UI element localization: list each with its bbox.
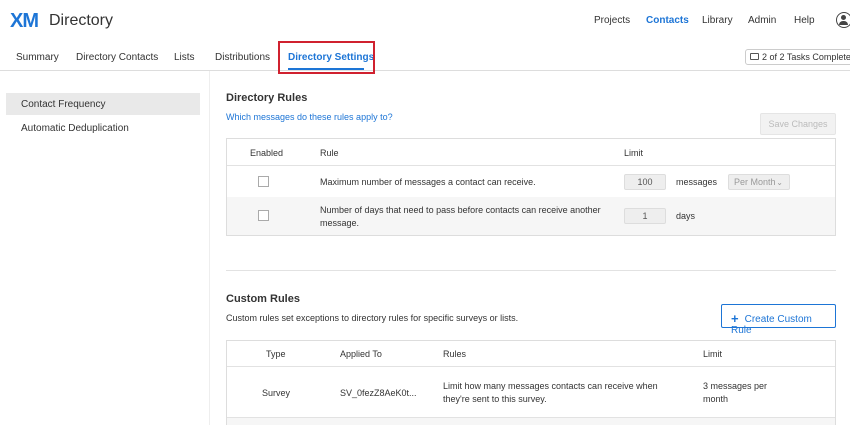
rule-max-messages: Maximum number of messages a contact can…: [320, 177, 536, 187]
sub-tabs: Summary Directory Contacts Lists Distrib…: [0, 43, 850, 71]
nav-help[interactable]: Help: [794, 15, 815, 26]
col-type: Type: [266, 349, 286, 359]
header-divider: [227, 165, 835, 166]
tasks-completed-button[interactable]: 2 of 2 Tasks Completed: [745, 49, 850, 65]
section-divider: [226, 270, 836, 271]
nav-admin[interactable]: Admin: [748, 15, 776, 26]
nav-library[interactable]: Library: [702, 15, 733, 26]
sidebar-item-automatic-deduplication[interactable]: Automatic Deduplication: [6, 117, 200, 139]
top-bar: XM Directory Projects Contacts Library A…: [0, 0, 850, 43]
custom-rules-description: Custom rules set exceptions to directory…: [226, 313, 519, 323]
messages-unit: messages: [676, 177, 718, 187]
tab-distributions[interactable]: Distributions: [215, 52, 270, 63]
plus-icon: +: [731, 311, 739, 326]
rule-limit-line2: month: [703, 394, 729, 404]
col-applied-to: Applied To: [340, 349, 382, 359]
directory-rules-table: Enabled Rule Limit Maximum number of mes…: [226, 138, 836, 236]
rule-description-line2: they're sent to this survey.: [443, 394, 547, 404]
custom-rules-table: Type Applied To Rules Limit Survey SV_0f…: [226, 340, 836, 425]
rule-days-between-line1: Number of days that need to pass before …: [320, 205, 601, 215]
directory-rules-title: Directory Rules: [226, 92, 308, 104]
tab-summary[interactable]: Summary: [16, 52, 59, 63]
briefcase-icon: [750, 53, 759, 60]
app-title: Directory: [49, 12, 114, 29]
sidebar: Contact Frequency Automatic Deduplicatio…: [0, 71, 210, 425]
nav-projects[interactable]: Projects: [594, 15, 630, 26]
user-account-icon[interactable]: [836, 12, 850, 28]
highlight-box: [278, 41, 375, 74]
tab-lists[interactable]: Lists: [174, 52, 195, 63]
col-limit: Limit: [624, 148, 644, 158]
enable-max-messages-checkbox[interactable]: [258, 176, 269, 187]
enable-days-between-checkbox[interactable]: [258, 210, 269, 221]
period-select-value: Per Month: [734, 177, 776, 187]
create-custom-rule-label: Create Custom Rule: [731, 314, 812, 336]
rules-help-link[interactable]: Which messages do these rules apply to?: [226, 112, 393, 122]
chevron-down-icon: ⌄: [776, 178, 783, 187]
nav-contacts[interactable]: Contacts: [646, 15, 689, 26]
header-divider: [227, 366, 835, 367]
tab-directory-contacts[interactable]: Directory Contacts: [76, 52, 158, 63]
xm-logo[interactable]: XM: [10, 10, 39, 33]
col-rule: Rule: [320, 148, 339, 158]
save-changes-button[interactable]: Save Changes: [760, 113, 836, 135]
period-select[interactable]: Per Month ⌄: [728, 174, 790, 190]
custom-rules-title: Custom Rules: [226, 293, 300, 305]
rule-type: Survey: [262, 388, 291, 398]
rule-limit-line1: 3 messages per: [703, 381, 768, 391]
col-rules: Rules: [443, 349, 467, 359]
create-custom-rule-button[interactable]: + Create Custom Rule: [721, 304, 836, 336]
sidebar-item-contact-frequency[interactable]: Contact Frequency: [6, 93, 200, 115]
table-row: [227, 418, 835, 425]
days-unit: days: [676, 211, 696, 221]
rule-description-line1: Limit how many messages contacts can rec…: [443, 381, 658, 391]
rule-days-between-line2: message.: [320, 218, 360, 228]
tasks-label: 2 of 2 Tasks Completed: [762, 52, 850, 62]
col-enabled: Enabled: [250, 148, 284, 158]
days-between-input[interactable]: 1: [624, 208, 666, 224]
rule-applied-to: SV_0fezZ8AeK0t...: [340, 388, 417, 398]
max-messages-input[interactable]: 100: [624, 174, 666, 190]
col-limit: Limit: [703, 349, 723, 359]
